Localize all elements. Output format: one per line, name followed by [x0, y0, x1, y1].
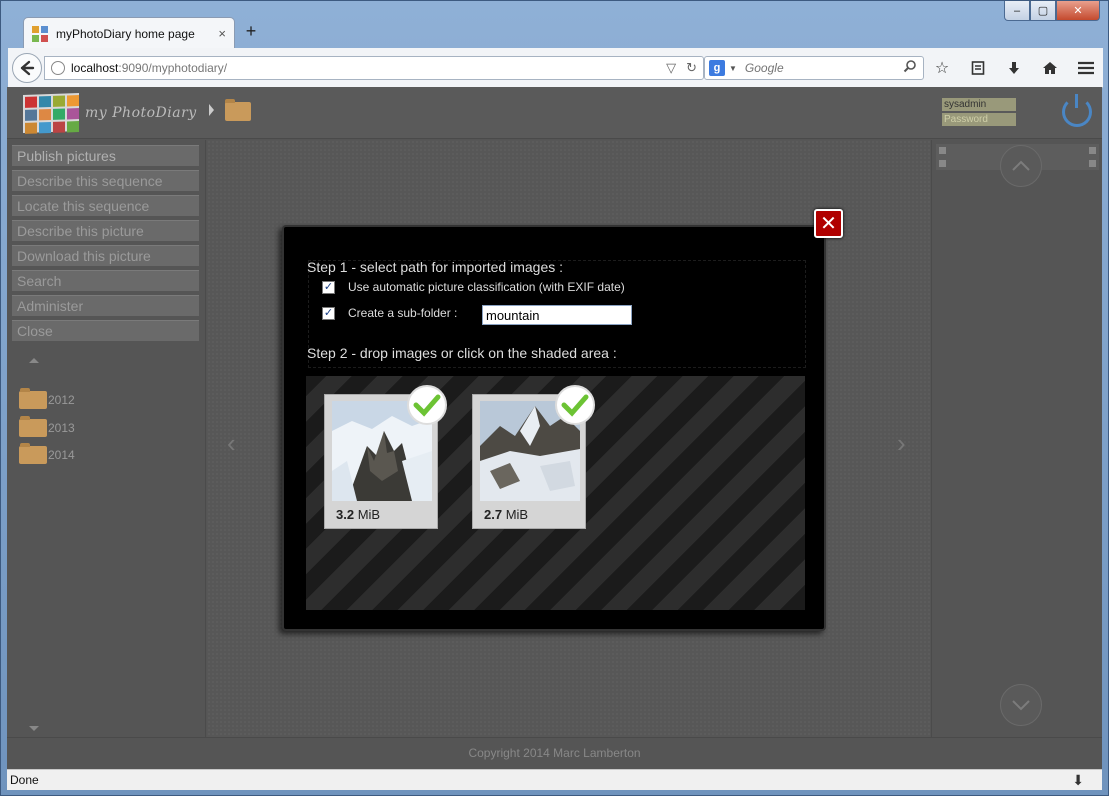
uploaded-picture-card: 2.7 MiB: [472, 385, 595, 529]
previous-photo-icon[interactable]: ‹: [227, 428, 236, 459]
username-field[interactable]: [942, 98, 1016, 111]
tab-favicon-icon: [32, 25, 48, 42]
downloads-icon[interactable]: [1002, 56, 1026, 80]
import-dialog: Step 1 - select path for imported images…: [282, 225, 826, 631]
back-button[interactable]: [12, 53, 42, 83]
home-icon[interactable]: [1038, 56, 1062, 80]
status-download-icon[interactable]: ⬇: [1072, 770, 1084, 790]
folder-icon: [19, 416, 47, 437]
subfolder-input[interactable]: [482, 305, 632, 325]
tree-item-label: 2014: [48, 448, 75, 462]
search-bar[interactable]: g ▼: [704, 56, 924, 80]
menu-close[interactable]: Close: [12, 320, 199, 341]
tab-myphotodiary[interactable]: myPhotoDiary home page ×: [23, 17, 235, 49]
menu-locate-sequence[interactable]: Locate this sequence: [12, 195, 199, 216]
back-arrow-icon: [20, 60, 35, 76]
status-bar: Done ⬇: [7, 769, 1102, 790]
tree-item-2014[interactable]: 2014: [19, 443, 75, 465]
engine-dropdown-icon[interactable]: ▼: [729, 64, 737, 73]
menu-search[interactable]: Search: [12, 270, 199, 291]
auto-classification-option[interactable]: ✓ Use automatic picture classification (…: [322, 280, 625, 294]
power-icon[interactable]: [1062, 94, 1092, 127]
bookmark-star-icon[interactable]: ☆: [930, 56, 954, 80]
picture-size: 2.7 MiB: [484, 507, 529, 522]
password-field[interactable]: [942, 113, 1016, 126]
image-drop-zone[interactable]: 3.2 MiB 2.7 MiB: [306, 376, 805, 610]
search-icon[interactable]: [903, 59, 917, 76]
subfolder-label: Create a sub-folder :: [348, 306, 458, 320]
thumbnails-down-button[interactable]: [1000, 684, 1042, 726]
google-search-engine-icon[interactable]: g: [709, 60, 725, 76]
url-host: localhost: [71, 61, 119, 75]
tree-item-2012[interactable]: 2012: [19, 388, 75, 410]
maximize-button[interactable]: ▢: [1030, 1, 1056, 21]
tree-scroll-down-icon[interactable]: [29, 726, 39, 731]
photodiary-logo-icon[interactable]: [23, 93, 79, 134]
window-close-button[interactable]: ✕: [1056, 1, 1100, 21]
tree-item-label: 2012: [48, 393, 75, 407]
tab-close-icon[interactable]: ×: [218, 26, 226, 41]
window-controls: – ▢ ✕: [1004, 1, 1100, 21]
subfolder-option[interactable]: ✓ Create a sub-folder :: [322, 306, 457, 320]
bookmarks-list-icon[interactable]: [966, 56, 990, 80]
url-bar[interactable]: localhost:9090/myphotodiary/ ▽ ↻: [44, 56, 704, 80]
tree-item-2013[interactable]: 2013: [19, 416, 75, 438]
status-text: Done: [10, 773, 39, 787]
app-header: my PhotoDiary: [7, 87, 1102, 139]
chevron-up-icon: [1012, 160, 1030, 171]
picture-size: 3.2 MiB: [336, 507, 381, 522]
new-tab-button[interactable]: +: [241, 21, 261, 42]
step2-title: Step 2 - drop images or click on the sha…: [307, 345, 617, 361]
search-input[interactable]: [744, 61, 895, 75]
thumbnail-panel: [931, 140, 1102, 737]
chevron-down-icon: [1012, 700, 1030, 711]
logo-text: my PhotoDiary: [85, 105, 197, 121]
menu-download-picture[interactable]: Download this picture: [12, 245, 199, 266]
tree-item-label: 2013: [48, 421, 75, 435]
folder-icon: [19, 443, 47, 464]
thumbnails-up-button[interactable]: [1000, 145, 1042, 187]
copyright-footer: Copyright 2014 Marc Lamberton: [7, 737, 1102, 769]
subfolder-checkbox[interactable]: ✓: [322, 306, 335, 320]
folder-icon: [19, 388, 47, 409]
upload-success-check-icon: [407, 385, 447, 425]
menu-describe-picture[interactable]: Describe this picture: [12, 220, 199, 241]
auto-classification-label: Use automatic picture classification (wi…: [348, 280, 625, 294]
menu-administer[interactable]: Administer: [12, 295, 199, 316]
menu-hamburger-icon[interactable]: [1074, 56, 1098, 80]
reload-icon[interactable]: ↻: [686, 60, 697, 76]
login-form: [942, 98, 1016, 128]
upload-success-check-icon: [555, 385, 595, 425]
tree-scroll-up-icon[interactable]: [29, 358, 39, 363]
globe-icon: [51, 61, 65, 75]
step1-title: Step 1 - select path for imported images…: [307, 259, 564, 275]
menu-describe-sequence[interactable]: Describe this sequence: [12, 170, 199, 191]
menu-publish-pictures[interactable]: Publish pictures: [12, 145, 199, 166]
breadcrumb-arrow-icon: [209, 104, 214, 116]
sidebar: Publish pictures Describe this sequence …: [7, 140, 206, 737]
dialog-close-button[interactable]: ✕: [814, 209, 843, 238]
navigation-toolbar: localhost:9090/myphotodiary/ ▽ ↻ g ▼ ☆: [8, 48, 1103, 88]
url-path: :9090/myphotodiary/: [118, 61, 228, 75]
minimize-button[interactable]: –: [1004, 1, 1030, 21]
next-photo-icon[interactable]: ›: [897, 428, 906, 459]
uploaded-picture-card: 3.2 MiB: [324, 385, 447, 529]
tab-title: myPhotoDiary home page: [56, 26, 195, 41]
breadcrumb-folder-icon[interactable]: [225, 99, 251, 121]
url-history-dropdown-icon[interactable]: ▽: [666, 60, 676, 76]
auto-classification-checkbox[interactable]: ✓: [322, 280, 335, 294]
